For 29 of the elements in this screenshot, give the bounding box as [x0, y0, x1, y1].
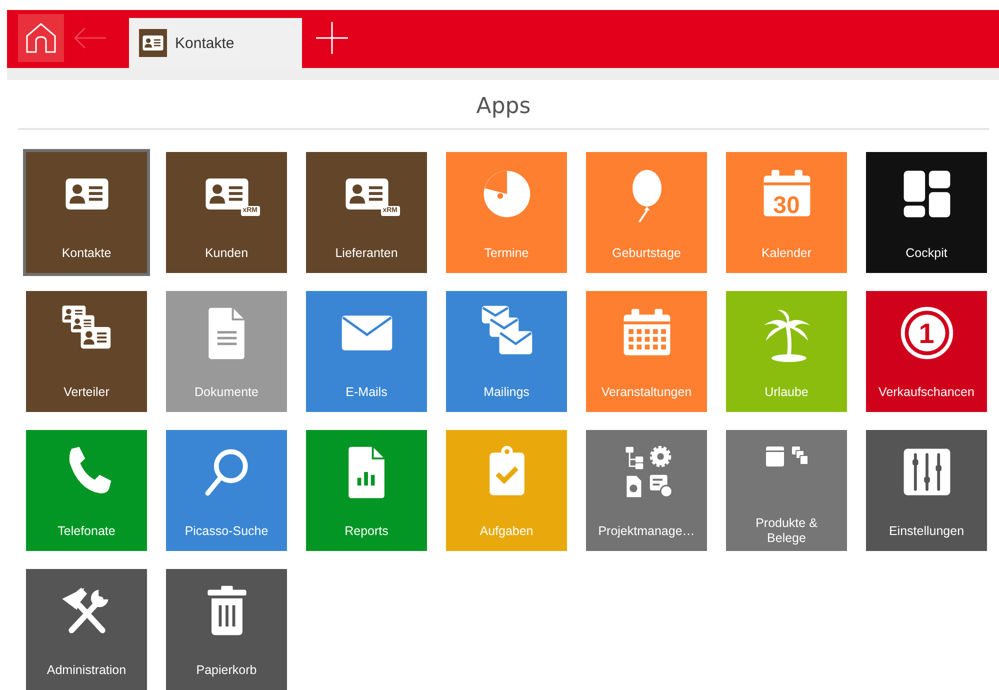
app-tile[interactable]: Termine: [446, 152, 567, 273]
app-tile[interactable]: Projektmanage…: [586, 430, 707, 551]
app-tile[interactable]: Picasso-Suche: [166, 430, 287, 551]
app-tile[interactable]: Einstellungen: [866, 430, 987, 551]
back-arrow-icon: [73, 26, 107, 50]
home-button[interactable]: [18, 14, 64, 62]
app-tile[interactable]: Mailings: [446, 291, 567, 412]
contact-card-icon: [139, 29, 167, 57]
plus-icon: [315, 21, 349, 55]
app-tile[interactable]: Verteiler: [26, 291, 147, 412]
app-tile[interactable]: Cockpit: [866, 152, 987, 273]
tab[interactable]: Kontakte: [129, 18, 302, 68]
boxes-drawing: [764, 445, 810, 469]
app-tile[interactable]: Papierkorb: [166, 569, 287, 690]
app-tile[interactable]: Produkte & Belege: [726, 430, 847, 551]
app-tile[interactable]: Kontakte: [26, 152, 147, 273]
app-tile[interactable]: Geburtstage: [586, 152, 707, 273]
app-tile[interactable]: Veranstaltungen: [586, 291, 707, 412]
app-tile[interactable]: Administration: [26, 569, 147, 690]
home-icon: [24, 21, 58, 55]
app-tile[interactable]: Dokumente: [166, 291, 287, 412]
page-title: Apps: [18, 94, 989, 130]
icon-label: 30: [773, 194, 800, 218]
icon-label: 1: [918, 320, 934, 348]
app-tile[interactable]: 30 Kalender: [726, 152, 847, 273]
app-tile[interactable]: Telefonate: [26, 430, 147, 551]
app-tile[interactable]: 1 Verkaufschancen: [866, 291, 987, 412]
app-tile[interactable]: Reports: [306, 430, 427, 551]
app-tile[interactable]: E-Mails: [306, 291, 427, 412]
